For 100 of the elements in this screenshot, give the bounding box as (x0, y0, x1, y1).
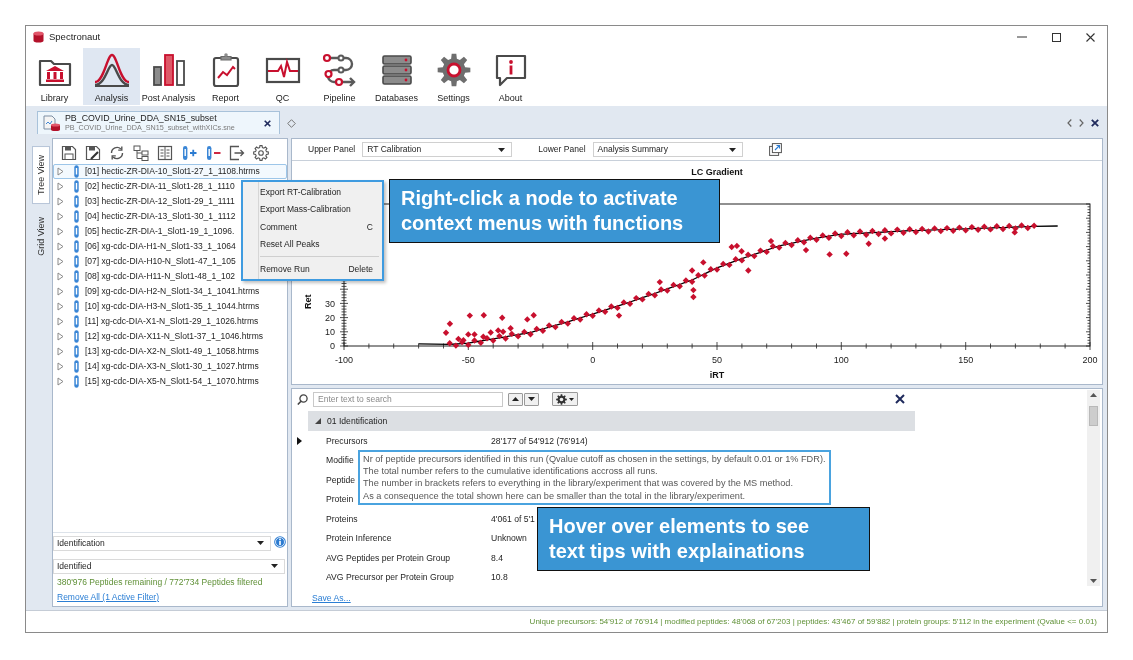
chevron-left-icon[interactable] (1067, 119, 1072, 127)
summary-label: AVG Peptides per Protein Group (326, 552, 451, 563)
expander-icon[interactable] (57, 317, 64, 326)
tree-item[interactable]: [14] xg-cdc-DIA-X3-N_Slot1-30_1_1027.htrms (53, 359, 264, 374)
view-tab[interactable]: Tree View (32, 146, 50, 205)
popout-icon[interactable] (768, 143, 782, 156)
filter-dropdown[interactable]: Identification (53, 535, 271, 551)
vial-icon (74, 345, 79, 358)
scroll-up-icon[interactable] (1090, 393, 1097, 397)
filter-dropdown[interactable]: Identified (53, 558, 285, 574)
vial-plus-icon[interactable] (181, 145, 197, 161)
expander-icon[interactable] (57, 242, 64, 251)
ribbon-button[interactable]: Pipeline (311, 48, 368, 105)
tree-item[interactable]: [04] hectic-ZR-DIA-13_Slot1-30_1_1112 (53, 209, 241, 224)
menu-item[interactable]: Export Mass-Calibration (243, 200, 382, 218)
expander-icon[interactable] (57, 302, 64, 311)
expander-icon[interactable] (57, 167, 64, 176)
close-icon[interactable] (264, 119, 271, 127)
save-as-link[interactable]: Save As... (312, 593, 351, 604)
ribbon-button[interactable]: About (482, 48, 539, 105)
tree-item[interactable]: [08] xg-cdc-DIA-H11-N_Slot1-48_1_102 (53, 269, 241, 284)
expander-icon[interactable] (57, 212, 64, 221)
caret-icon (271, 564, 278, 569)
close-icon[interactable] (1091, 119, 1099, 127)
ribbon-button[interactable]: Databases (368, 48, 425, 105)
panel-dropdown[interactable]: RT Calibration (362, 142, 513, 157)
hierarchy-icon[interactable] (133, 145, 149, 161)
tree-item[interactable]: [07] xg-cdc-DIA-H10-N_Slot1-47_1_105 (53, 254, 241, 269)
search-field[interactable]: Enter text to search (313, 391, 503, 407)
refresh-icon[interactable] (109, 145, 125, 161)
menu-item[interactable]: Remove Run Delete (243, 260, 382, 278)
menu-item[interactable]: Comment C (243, 218, 382, 236)
columns-icon[interactable] (157, 145, 173, 161)
ribbon-button[interactable]: Post Analysis (140, 48, 197, 105)
tree-item[interactable]: [01] hectic-ZR-DIA-10_Slot1-27_1_1108.htrms (53, 164, 287, 179)
menu-item[interactable]: Export RT-Calibration (243, 183, 382, 201)
close-icon[interactable] (895, 394, 905, 404)
tick-label: 50 (712, 355, 722, 365)
tree-item[interactable]: [02] hectic-ZR-DIA-11_Slot1-28_1_1110 (53, 179, 240, 194)
expander-icon[interactable] (57, 377, 64, 386)
settings-icon[interactable] (253, 145, 269, 161)
tree-item[interactable]: [05] hectic-ZR-DIA-1_Slot1-19_1_1096. (53, 224, 240, 239)
vial-icon (74, 375, 79, 388)
remove-filters-link[interactable]: Remove All (1 Active Filter) (57, 591, 160, 602)
group-header[interactable]: 01 Identification (308, 411, 915, 431)
expander-icon[interactable] (57, 347, 64, 356)
vial-icon (74, 165, 79, 178)
ribbon-button[interactable]: Analysis (83, 48, 140, 105)
next-button[interactable] (524, 392, 539, 406)
expander-icon[interactable] (57, 362, 64, 371)
vial-minus-icon[interactable] (205, 145, 221, 161)
tree-item[interactable]: [10] xg-cdc-DIA-H3-N_Slot1-35_1_1044.htrms (53, 299, 265, 314)
scrollbar-thumb[interactable] (1089, 406, 1098, 426)
ribbon-button[interactable]: Library (26, 48, 83, 105)
field-label: Lower Panel (538, 144, 586, 155)
expander-icon[interactable] (57, 272, 64, 281)
chevron-right-icon[interactable] (1079, 119, 1084, 127)
expander-icon[interactable] (57, 332, 64, 341)
expander-icon[interactable] (57, 197, 64, 206)
expander-icon[interactable] (315, 418, 321, 424)
export-icon[interactable] (229, 145, 245, 161)
tree-item[interactable]: [03] hectic-ZR-DIA-12_Slot1-29_1_1111 (53, 194, 240, 209)
ribbon-button[interactable]: Report (197, 48, 254, 105)
ribbon-button[interactable]: Settings (425, 48, 482, 105)
tick-label: 30 (325, 298, 335, 309)
keyboard-shortcut: C (366, 221, 373, 232)
tree-item[interactable]: [06] xg-cdc-DIA-H1-N_Slot1-33_1_1064 (53, 239, 241, 254)
vial-icon (74, 210, 79, 223)
data-point (442, 329, 450, 336)
maximize-icon[interactable] (1052, 32, 1061, 42)
tick-label: 200 (1082, 355, 1098, 365)
pipeline-nodes-icon (321, 52, 358, 88)
scroll-down-icon[interactable] (1090, 579, 1097, 583)
expander-icon[interactable] (57, 287, 64, 296)
diamond-icon[interactable] (287, 119, 296, 128)
expander-icon[interactable] (57, 227, 64, 236)
save-edit-icon[interactable] (85, 145, 101, 161)
field-label: Upper Panel (308, 144, 356, 155)
previous-button[interactable] (508, 392, 523, 406)
close-icon[interactable] (1086, 32, 1095, 42)
expander-icon[interactable] (57, 257, 64, 266)
panel-dropdown[interactable]: Analysis Summary (592, 142, 743, 157)
scrollbar[interactable] (1087, 390, 1100, 586)
summary-label: Protein (326, 494, 354, 505)
expander-icon[interactable] (57, 182, 64, 191)
tree-item[interactable]: [12] xg-cdc-DIA-X11-N_Slot1-37_1_1046.htrms (53, 329, 268, 344)
tree-item[interactable]: [11] xg-cdc-DIA-X1-N_Slot1-29_1_1026.htrms (53, 314, 264, 329)
tick-label: 20 (325, 312, 335, 323)
menu-item[interactable]: Reset All Peaks (243, 235, 382, 253)
info-icon[interactable] (274, 535, 286, 548)
vial-icon (74, 255, 79, 268)
ribbon-button[interactable]: QC (254, 48, 311, 105)
save-icon[interactable] (61, 145, 77, 161)
view-tab[interactable]: Grid View (32, 208, 50, 265)
tree-item[interactable]: [15] xg-cdc-DIA-X5-N_Slot1-54_1_1070.htrms (53, 374, 264, 389)
data-point (826, 251, 833, 258)
document-title: PB_COVID_Urine_DDA_SN15_subset (65, 114, 218, 124)
tree-item[interactable]: [13] xg-cdc-DIA-X2-N_Slot1-49_1_1058.htrms (53, 344, 264, 359)
tree-item[interactable]: [09] xg-cdc-DIA-H2-N_Slot1-34_1_1041.htrms (53, 284, 265, 299)
options-button[interactable] (552, 392, 578, 406)
